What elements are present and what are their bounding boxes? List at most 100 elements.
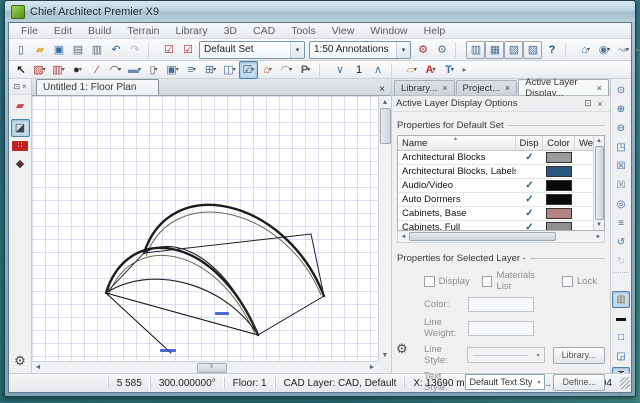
camera-view-house-icon[interactable]: ⌂▾: [576, 41, 595, 59]
pan-icon[interactable]: ◎: [612, 196, 630, 213]
table-horizontal-scrollbar[interactable]: ◄ ►: [397, 231, 605, 243]
layer-row[interactable]: Audio/Video ✓: [398, 179, 604, 193]
chevron-down-icon[interactable]: ▾: [290, 42, 304, 58]
wall-break-icon[interactable]: ∕: [87, 61, 106, 79]
side-panel-tab[interactable]: Library... ×: [394, 80, 455, 95]
menu-item[interactable]: Terrain: [119, 25, 167, 37]
print-preview-icon[interactable]: ▥: [87, 41, 106, 59]
save-icon[interactable]: ▣: [49, 41, 68, 59]
layer-row[interactable]: Architectural Blocks, Labels: [398, 165, 604, 179]
menu-item[interactable]: Tools: [283, 25, 324, 37]
side-panel-tab[interactable]: Active Layer Display... ×: [518, 79, 609, 95]
vertical-scrollbar[interactable]: ▲ ▼: [378, 96, 391, 361]
edit-objects-toggle-icon[interactable]: ☑: [178, 41, 197, 59]
line-style-combo[interactable]: ▾: [467, 347, 545, 363]
display-checkmark[interactable]: [516, 165, 543, 178]
help-icon[interactable]: ?: [542, 41, 561, 59]
wrench-icon[interactable]: ⚙: [432, 41, 451, 59]
toolbar-settings-gear-icon[interactable]: ⚙: [14, 353, 26, 369]
panel-settings-gear-icon[interactable]: ⚙: [396, 341, 408, 357]
library-browser-toggle-button[interactable]: ▥: [466, 41, 485, 59]
layer-row[interactable]: Auto Dormers ✓: [398, 193, 604, 207]
checkbox[interactable]: [482, 276, 493, 287]
measure-tools-icon[interactable]: ▱▾: [402, 61, 421, 79]
close-icon[interactable]: ×: [442, 83, 447, 93]
new-file-icon[interactable]: ▯: [11, 41, 30, 59]
color-swatch[interactable]: [543, 179, 575, 192]
close-icon[interactable]: ×: [22, 82, 27, 91]
fixture-tools-icon[interactable]: ▣▾: [163, 61, 182, 79]
select-objects-toggle-icon[interactable]: ☑: [159, 41, 178, 59]
zoom-in-icon[interactable]: ⊕: [612, 101, 630, 118]
scrollbar-thumb[interactable]: [595, 146, 604, 220]
camera-icon[interactable]: ◉▾: [595, 41, 614, 59]
print-icon[interactable]: ▤: [68, 41, 87, 59]
scroll-down-icon[interactable]: ▼: [594, 220, 604, 230]
curved-wall-tools-icon[interactable]: ●▾: [68, 61, 87, 79]
preview-pane-icon[interactable]: ◲: [612, 348, 630, 365]
dimension-tools-icon[interactable]: ▬▾: [125, 61, 144, 79]
scrollbar-thumb[interactable]: [409, 232, 556, 241]
cabinet-display-toggle-button[interactable]: ▥: [612, 291, 630, 308]
menu-item[interactable]: File: [13, 25, 46, 37]
side-panel-tab[interactable]: Project... ×: [456, 80, 518, 95]
default-set-combo[interactable]: Default Set ▾: [199, 41, 305, 59]
fill-building-icon[interactable]: ☒: [612, 177, 630, 194]
scrollbar-thumb[interactable]: ⦀: [197, 363, 227, 373]
close-icon[interactable]: ×: [597, 83, 602, 93]
fill-window-icon[interactable]: ☒: [612, 158, 630, 175]
float-panel-icon[interactable]: ⊡: [582, 98, 594, 109]
annotation-scale-combo[interactable]: 1:50 Annotations ▾: [309, 41, 411, 59]
layer-row[interactable]: Cabinets, Base ✓: [398, 207, 604, 221]
active-tool-button[interactable]: ☑▾: [239, 61, 258, 79]
stair-tools-icon[interactable]: ≡▾: [182, 61, 201, 79]
scroll-left-icon[interactable]: ◄: [398, 232, 409, 242]
menu-item[interactable]: Library: [167, 25, 215, 37]
rectangle-display-icon[interactable]: □: [612, 329, 630, 346]
menu-item[interactable]: Window: [362, 25, 415, 37]
scroll-left-icon[interactable]: ◄: [32, 362, 44, 373]
scroll-up-icon[interactable]: ▲: [594, 136, 604, 146]
view-back-icon[interactable]: ↺: [612, 234, 630, 251]
adjust-settings-icon[interactable]: ⚙: [413, 41, 432, 59]
select-arrow-icon[interactable]: ↖: [11, 61, 30, 79]
soffit-tools-icon[interactable]: ◠▾: [277, 61, 296, 79]
redo-icon[interactable]: ↷: [125, 41, 144, 59]
reference-display-toggle-button[interactable]: ▨: [523, 41, 542, 59]
menu-item[interactable]: Help: [416, 25, 454, 37]
checkbox[interactable]: [562, 276, 573, 287]
railing-tools-icon[interactable]: ▥▾: [49, 61, 68, 79]
define-button[interactable]: Define...: [553, 374, 605, 391]
float-panel-icon[interactable]: ⊡: [13, 82, 20, 91]
layer-display-toggle-button[interactable]: ▧: [504, 41, 523, 59]
undo-icon[interactable]: ↶: [106, 41, 125, 59]
window-tools-icon[interactable]: ⊞▾: [201, 61, 220, 79]
display-checkmark[interactable]: ✓: [516, 151, 543, 164]
door-tools-icon[interactable]: ◫▾: [220, 61, 239, 79]
chevron-down-icon[interactable]: ▾: [396, 42, 410, 58]
column-header[interactable]: Disp: [516, 136, 543, 150]
column-header[interactable]: We: [575, 136, 595, 150]
scrollbar-thumb[interactable]: [380, 108, 391, 144]
scroll-down-icon[interactable]: ▼: [380, 349, 391, 361]
color-field[interactable]: [468, 297, 534, 312]
zoom-tool-icon[interactable]: ⊙: [612, 82, 630, 99]
table-vertical-scrollbar[interactable]: ▲ ▼: [593, 136, 604, 230]
menu-item[interactable]: Edit: [46, 25, 80, 37]
scroll-right-icon[interactable]: ►: [366, 362, 378, 373]
close-icon[interactable]: ×: [594, 99, 606, 109]
color-swatch[interactable]: [543, 207, 575, 220]
zoom-out-icon[interactable]: ⊖: [612, 120, 630, 137]
leader-line-icon[interactable]: T▾: [440, 61, 459, 79]
close-icon[interactable]: ×: [505, 83, 510, 93]
wall-display-toggle-icon[interactable]: ▬: [612, 310, 630, 327]
project-browser-toggle-button[interactable]: ▦: [485, 41, 504, 59]
close-icon[interactable]: ×: [375, 84, 389, 95]
tab-floor-plan[interactable]: Untitled 1: Floor Plan: [36, 79, 159, 95]
color-swatch[interactable]: [543, 165, 575, 178]
menu-item[interactable]: View: [324, 25, 363, 37]
arch-tools-icon[interactable]: ◠▾: [106, 61, 125, 79]
text-style-combo[interactable]: Default Text Style ▾: [465, 374, 545, 390]
open-folder-icon[interactable]: ▰: [30, 41, 49, 59]
menu-item[interactable]: 3D: [216, 25, 245, 37]
